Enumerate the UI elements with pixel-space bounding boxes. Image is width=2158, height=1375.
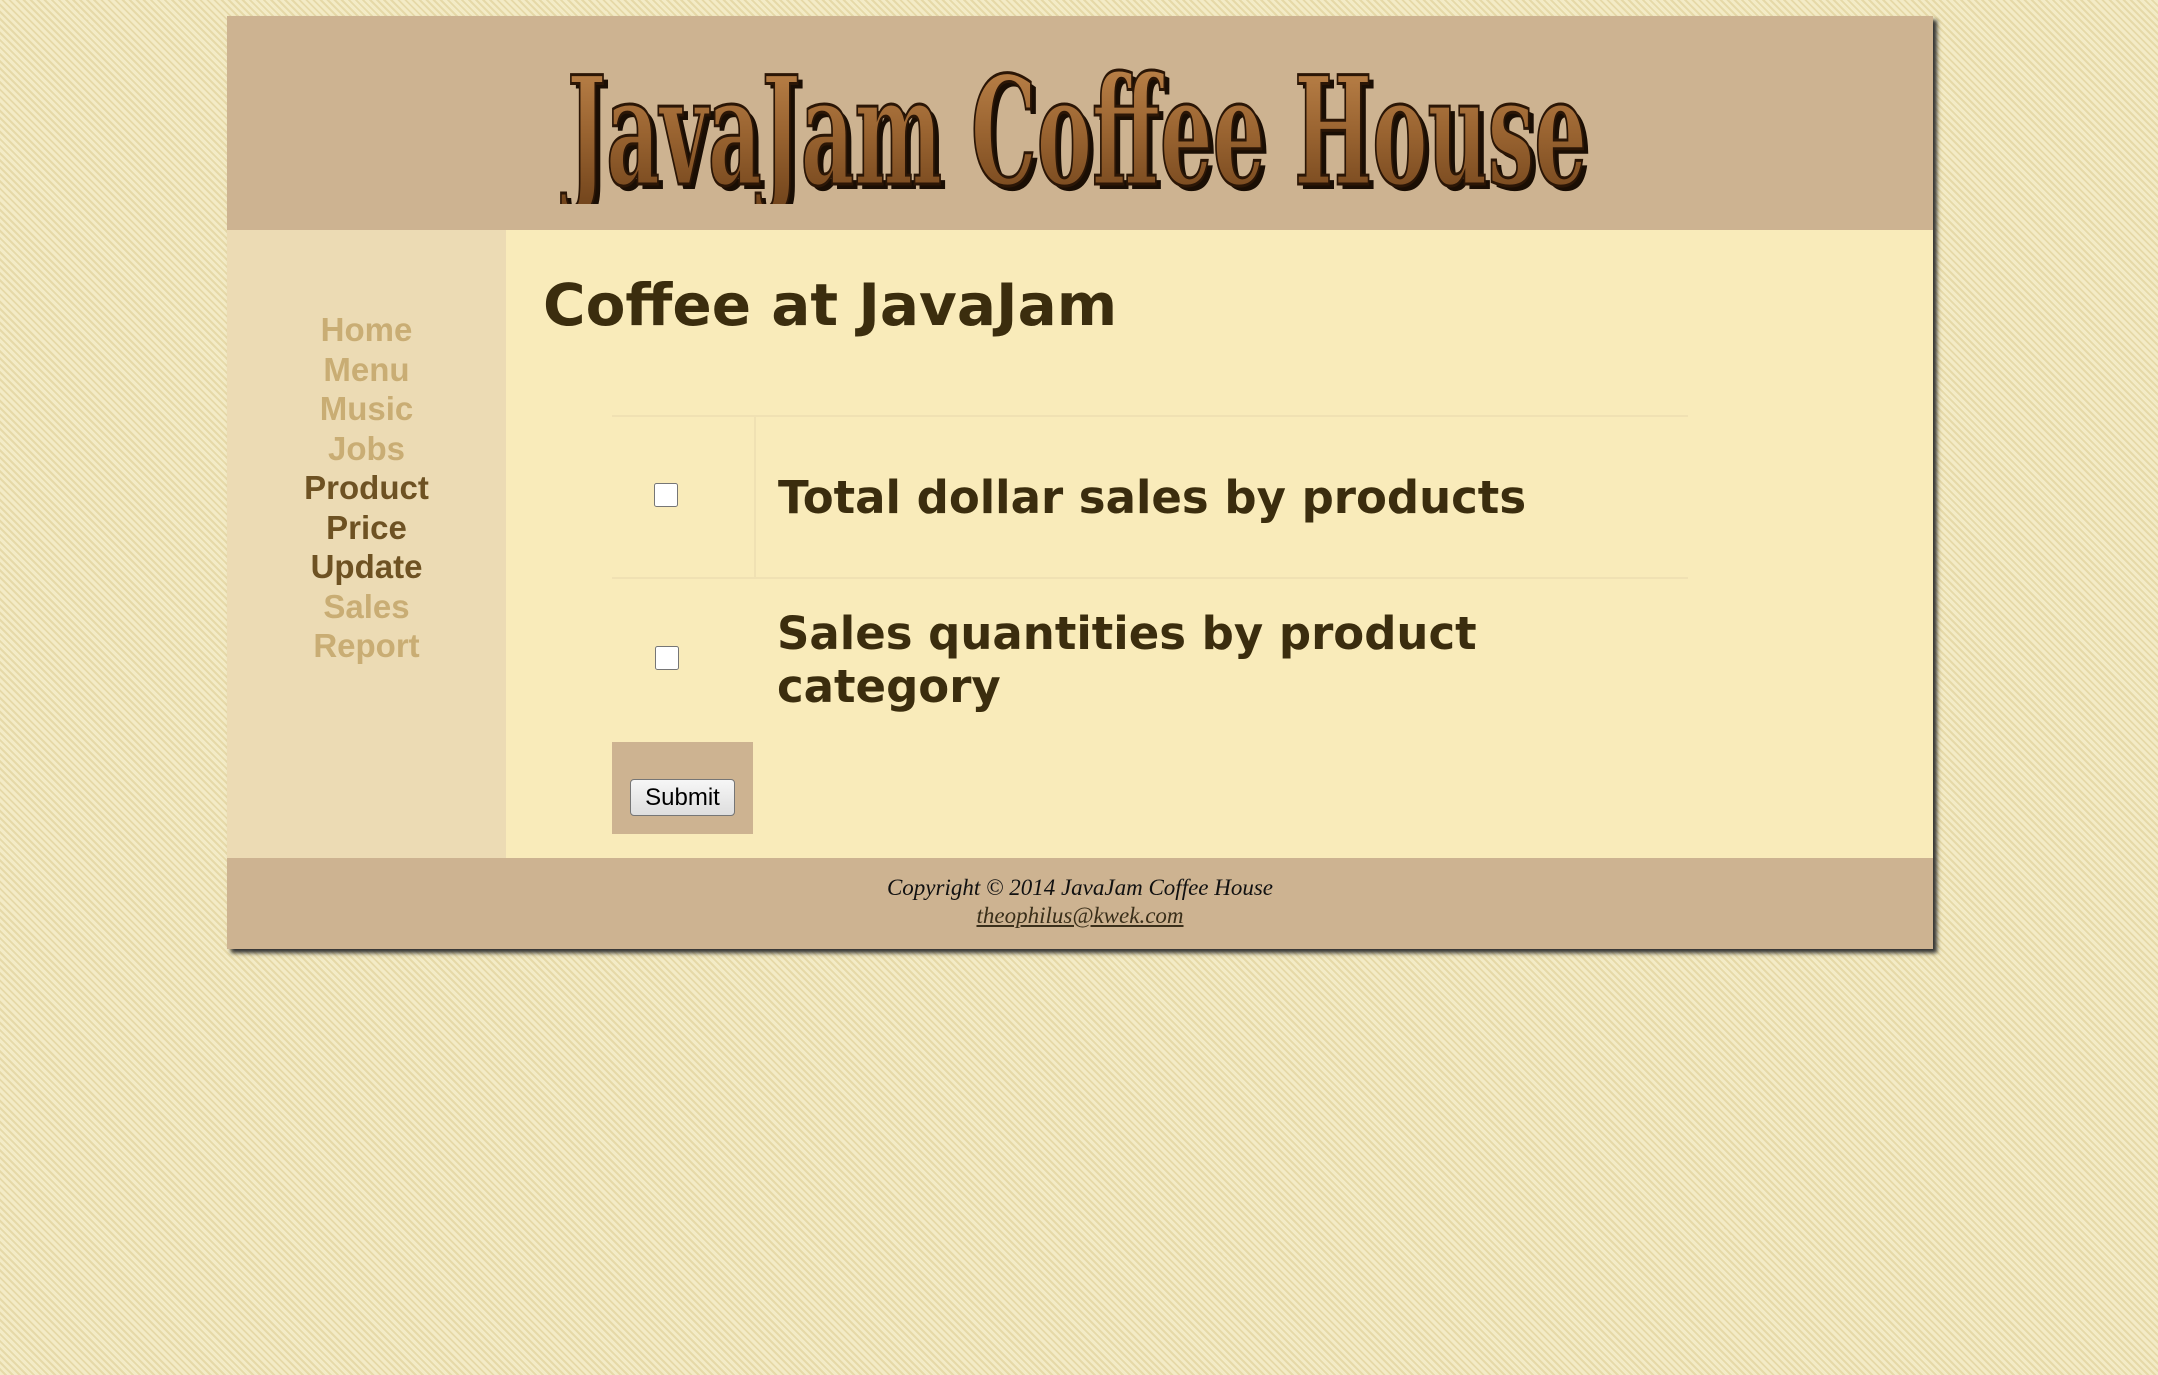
sales-quantities-label: Sales quantities by product category <box>777 607 1477 713</box>
nav-link-menu[interactable]: Menu <box>323 350 409 390</box>
nav-link-jobs[interactable]: Jobs <box>328 429 405 469</box>
nav-list: Home Menu Music Jobs Product Price Updat… <box>227 310 506 666</box>
nav-link-update[interactable]: Update <box>311 547 423 587</box>
footer: Copyright © 2014 JavaJam Coffee House th… <box>227 858 1933 949</box>
submit-cell: Submit <box>612 742 753 834</box>
nav-link-home[interactable]: Home <box>321 310 413 350</box>
copyright-text: Copyright © 2014 JavaJam Coffee House <box>886 875 1274 900</box>
footer-email-line: theophilus@kwek.com <box>227 902 1933 929</box>
page-title: Coffee at JavaJam <box>543 271 1118 339</box>
sidebar-nav: Home Menu Music Jobs Product Price Updat… <box>227 230 506 858</box>
javajam-logo: JavaJam Coffee House JavaJam Coffee Hous… <box>559 43 1592 205</box>
email-link[interactable]: theophilus@kwek.com <box>976 903 1183 928</box>
checkbox-cell <box>612 578 755 741</box>
nav-link-product[interactable]: Product <box>304 468 429 508</box>
sales-quantities-checkbox[interactable] <box>654 646 679 670</box>
nav-link-music[interactable]: Music <box>320 389 414 429</box>
table-row: Sales quantities by product category <box>612 578 1688 741</box>
total-dollar-sales-checkbox[interactable] <box>654 483 678 507</box>
svg-text:JavaJam Coffee House: JavaJam Coffee House <box>561 44 1587 204</box>
nav-link-report[interactable]: Report <box>313 626 419 666</box>
submit-button[interactable]: Submit <box>630 779 735 816</box>
header: JavaJam Coffee House JavaJam Coffee Hous… <box>227 16 1933 230</box>
page-wrapper: JavaJam Coffee House JavaJam Coffee Hous… <box>227 16 1933 949</box>
table-row: Total dollar sales by products <box>612 415 1688 579</box>
nav-link-price[interactable]: Price <box>326 508 407 548</box>
main-content: Coffee at JavaJam Total dollar sales by … <box>506 230 1933 858</box>
report-options-table: Total dollar sales by products Sales qua… <box>612 415 1688 741</box>
total-dollar-sales-label: Total dollar sales by products <box>755 415 1688 579</box>
nav-link-sales[interactable]: Sales <box>323 587 409 627</box>
checkbox-cell <box>612 415 756 579</box>
